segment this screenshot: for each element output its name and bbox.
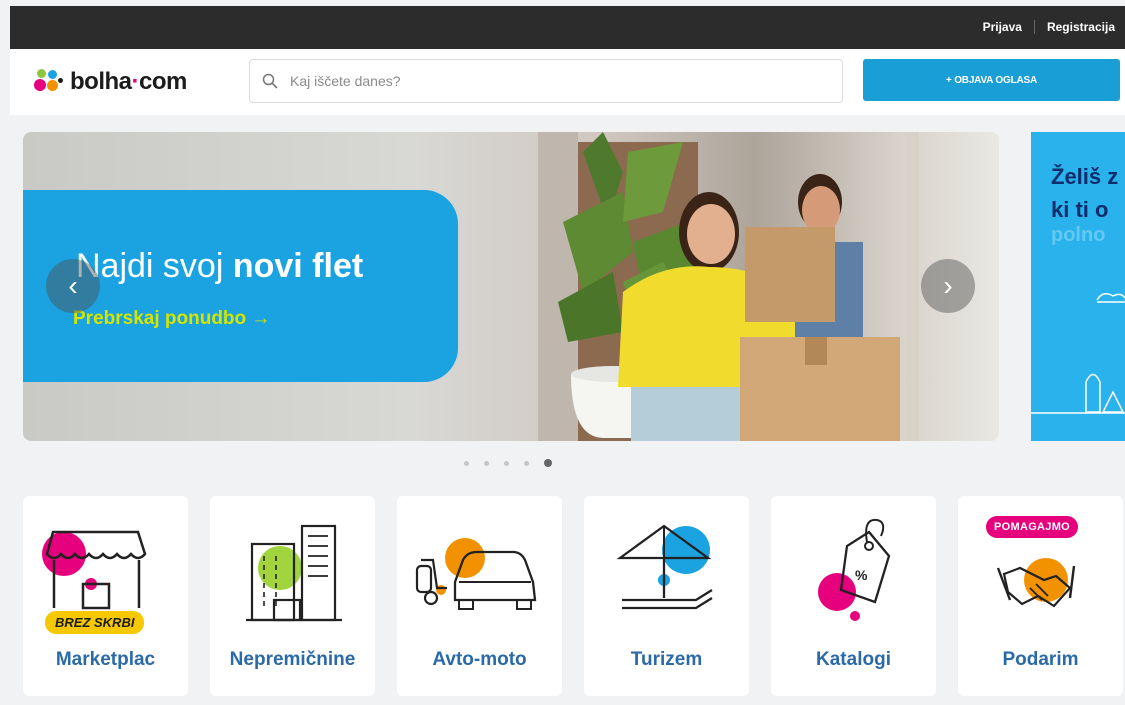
header: bolha·com + OBJAVA OGLASA xyxy=(10,49,1125,115)
house-illustration-icon xyxy=(1031,293,1125,414)
pager-dot[interactable] xyxy=(484,460,489,466)
chevron-right-icon: › xyxy=(943,270,953,301)
search-box[interactable] xyxy=(249,59,843,103)
brez-skrbi-badge: BREZ SKRBI xyxy=(45,611,145,634)
beach-umbrella-icon xyxy=(616,524,713,610)
category-label: Turizem xyxy=(630,649,703,670)
pager-dot[interactable] xyxy=(464,460,469,466)
svg-text:%: % xyxy=(855,567,868,583)
price-tag-icon: % xyxy=(818,518,891,621)
page: Prijava Registracija bolha·com + OBJAVA … xyxy=(0,0,1125,705)
building-icon xyxy=(246,524,342,622)
category-card-tourism[interactable]: Turizem xyxy=(584,496,749,696)
chevron-left-icon: ‹ xyxy=(68,270,78,301)
logo[interactable]: bolha·com xyxy=(34,68,187,96)
search-input[interactable] xyxy=(290,73,790,89)
carousel-next-button[interactable]: › xyxy=(921,259,975,313)
category-card-donate[interactable]: POMAGAJMO Podarim xyxy=(958,496,1123,696)
divider xyxy=(1033,20,1035,34)
pomagajmo-badge: POMAGAJMO xyxy=(986,516,1079,538)
category-grid: BREZ SKRBI Marketplac Nepremičnine Avto-… xyxy=(23,496,1123,696)
pager-dot[interactable] xyxy=(504,460,509,466)
category-label: Marketplac xyxy=(55,649,156,670)
top-bar: Prijava Registracija xyxy=(10,6,1125,49)
category-label: Podarim xyxy=(1002,649,1079,670)
register-link[interactable]: Registracija xyxy=(1047,20,1115,34)
logo-icon xyxy=(34,69,64,95)
logo-text: bolha·com xyxy=(70,68,187,95)
category-card-catalogs[interactable]: % Katalogi xyxy=(771,496,936,696)
category-label: Avto-moto xyxy=(432,649,527,670)
post-ad-button[interactable]: + OBJAVA OGLASA xyxy=(863,59,1120,101)
carousel-prev-button[interactable]: ‹ xyxy=(46,259,100,313)
pager-dot-active[interactable] xyxy=(544,459,552,467)
next-banner-preview[interactable]: Želiš z ki ti o polno xyxy=(1031,132,1125,441)
search-icon xyxy=(262,73,278,89)
hero-cta-link[interactable]: Prebrskaj ponudbo → xyxy=(73,308,270,330)
pager-dot[interactable] xyxy=(524,460,529,466)
login-link[interactable]: Prijava xyxy=(983,20,1022,34)
auth-links: Prijava Registracija xyxy=(983,20,1115,34)
carousel-pagination xyxy=(464,459,552,467)
category-card-marketplace[interactable]: BREZ SKRBI Marketplac xyxy=(23,496,188,696)
hero-banner[interactable]: Najdi svoj novi flet Prebrskaj ponudbo →… xyxy=(23,132,999,441)
hero-headline: Najdi svoj novi flet xyxy=(76,247,364,285)
category-card-auto-moto[interactable]: Avto-moto xyxy=(397,496,562,696)
car-scooter-icon xyxy=(415,538,537,610)
category-label: Nepremičnine xyxy=(229,649,356,670)
category-card-real-estate[interactable]: Nepremičnine xyxy=(210,496,375,696)
category-label: Katalogi xyxy=(816,649,891,670)
